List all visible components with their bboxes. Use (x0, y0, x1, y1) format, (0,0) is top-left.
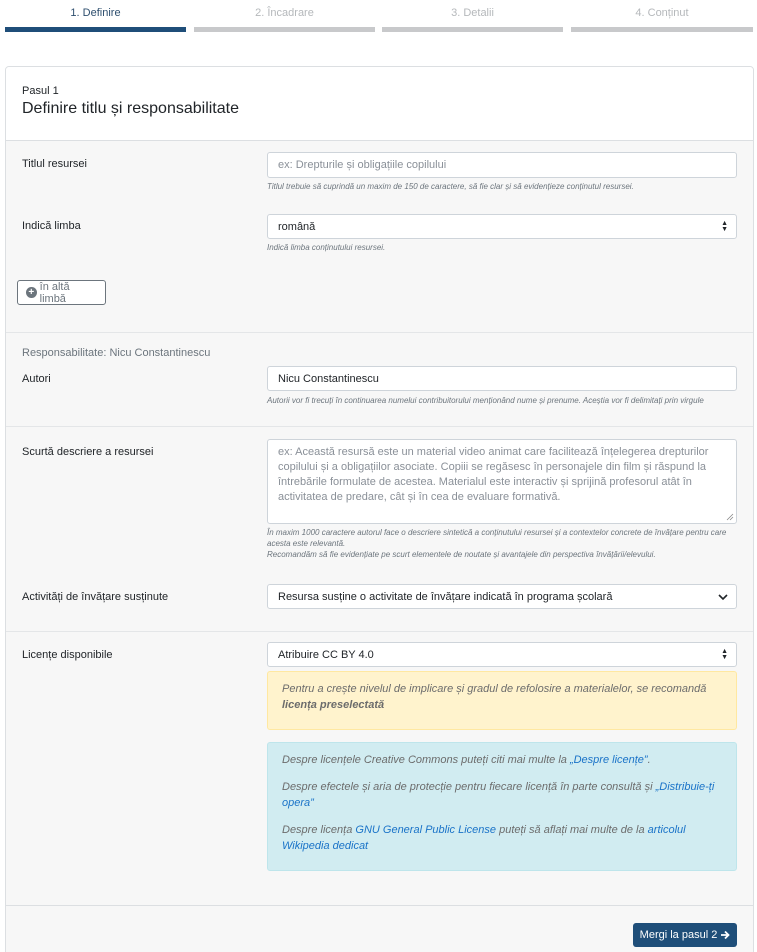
info-distribuie: Despre efectele și aria de protecție pen… (282, 779, 722, 811)
description-help-line1: În maxim 1000 caractere autorul face o d… (267, 528, 727, 548)
resize-grip-icon[interactable] (726, 513, 734, 521)
recommendation-bold: licența preselectată (282, 699, 385, 711)
authors-help: Autorii vor fi trecuți în continuarea nu… (267, 396, 704, 405)
step-4-continut[interactable]: 4. Conținut (571, 0, 753, 32)
license-label: Licențe disponibile (22, 649, 113, 661)
language-select-value: română (278, 220, 316, 233)
recommendation-text: Pentru a crește nivelul de implicare și … (282, 683, 707, 695)
description-help: În maxim 1000 caractere autorul face o d… (267, 527, 742, 560)
section-divider (6, 426, 753, 427)
activities-select-value: Resursa susține o activitate de învățare… (278, 590, 613, 603)
info-gnu-mid: puteți să aflați mai multe de la (499, 824, 645, 836)
description-label: Scurtă descriere a resursei (22, 446, 154, 458)
step-2-incadrare[interactable]: 2. Încadrare (194, 0, 375, 32)
language-help: Indică limba conținutului resursei. (267, 243, 386, 252)
license-recommendation-alert: Pentru a crește nivelul de implicare și … (267, 671, 737, 730)
step-label: 4. Conținut (635, 7, 689, 19)
info-cc-text: Despre licențele Creative Commons puteți… (282, 754, 567, 766)
responsibility-heading: Responsabilitate: Nicu Constantinescu (22, 347, 211, 359)
add-language-label: în altă limbă (39, 280, 70, 305)
select-arrows-icon: ▲ ▼ (721, 647, 728, 661)
activities-label: Activități de învățare susținute (22, 591, 169, 603)
language-select[interactable]: română ▲ ▼ (267, 214, 737, 239)
chevron-down-icon (718, 593, 728, 600)
authors-input[interactable]: Nicu Constantinescu (267, 366, 737, 391)
next-step-label: Mergi la pasul 2 (639, 929, 718, 941)
step-progress-bar (194, 27, 375, 32)
arrow-right-icon (721, 930, 731, 940)
add-language-button[interactable]: + în altă limbă (17, 280, 106, 305)
license-info-alert: Despre licențele Creative Commons puteți… (267, 742, 737, 871)
page-title: Definire titlu și responsabilitate (22, 100, 239, 117)
title-input[interactable]: ex: Drepturile și obligațiile copilului (267, 152, 737, 178)
gnu-gpl-link[interactable]: GNU General Public License (355, 824, 496, 836)
info-creative-commons: Despre licențele Creative Commons puteți… (282, 754, 651, 766)
step-label: 2. Încadrare (255, 7, 314, 19)
title-help: Titlul trebuie să cuprindă un maxim de 1… (267, 182, 634, 191)
license-select[interactable]: Atribuire CC BY 4.0 ▲ ▼ (267, 642, 737, 667)
step-label: 3. Detalii (451, 7, 494, 19)
despre-licente-link[interactable]: „Despre licențe” (570, 754, 648, 766)
description-textarea[interactable]: ex: Această resursă este un material vid… (267, 439, 737, 524)
next-step-button[interactable]: Mergi la pasul 2 (633, 923, 737, 947)
section-divider (6, 631, 753, 632)
step-progress-bar (382, 27, 563, 32)
info-distribuie-text: Despre efectele și aria de protecție pen… (282, 781, 653, 793)
description-placeholder: ex: Această resursă este un material vid… (278, 446, 709, 503)
description-help-line2: Recomandăm să fie evidențiate pe scurt e… (267, 550, 656, 559)
license-select-value: Atribuire CC BY 4.0 (278, 648, 374, 661)
wizard-stepper: 1. Definire 2. Încadrare 3. Detalii 4. C… (0, 0, 757, 32)
step-number: Pasul 1 (22, 85, 59, 97)
step-progress-bar (571, 27, 753, 32)
authors-label: Autori (22, 373, 51, 385)
plus-circle-icon: + (26, 287, 37, 298)
form-card: Pasul 1 Definire titlu și responsabilita… (5, 66, 754, 952)
card-header: Pasul 1 Definire titlu și responsabilita… (6, 67, 753, 141)
step-label: 1. Definire (70, 7, 121, 19)
section-divider (6, 332, 753, 333)
select-arrows-icon: ▲ ▼ (721, 219, 728, 233)
step-1-definire[interactable]: 1. Definire (5, 0, 186, 32)
activities-select[interactable]: Resursa susține o activitate de învățare… (267, 584, 737, 609)
step-progress-bar (5, 27, 186, 32)
title-label: Titlul resursei (22, 158, 87, 170)
info-gnu: Despre licența GNU General Public Licens… (282, 822, 722, 854)
language-label: Indică limba (22, 220, 81, 232)
step-3-detalii[interactable]: 3. Detalii (382, 0, 563, 32)
info-gnu-pre: Despre licența (282, 824, 353, 836)
